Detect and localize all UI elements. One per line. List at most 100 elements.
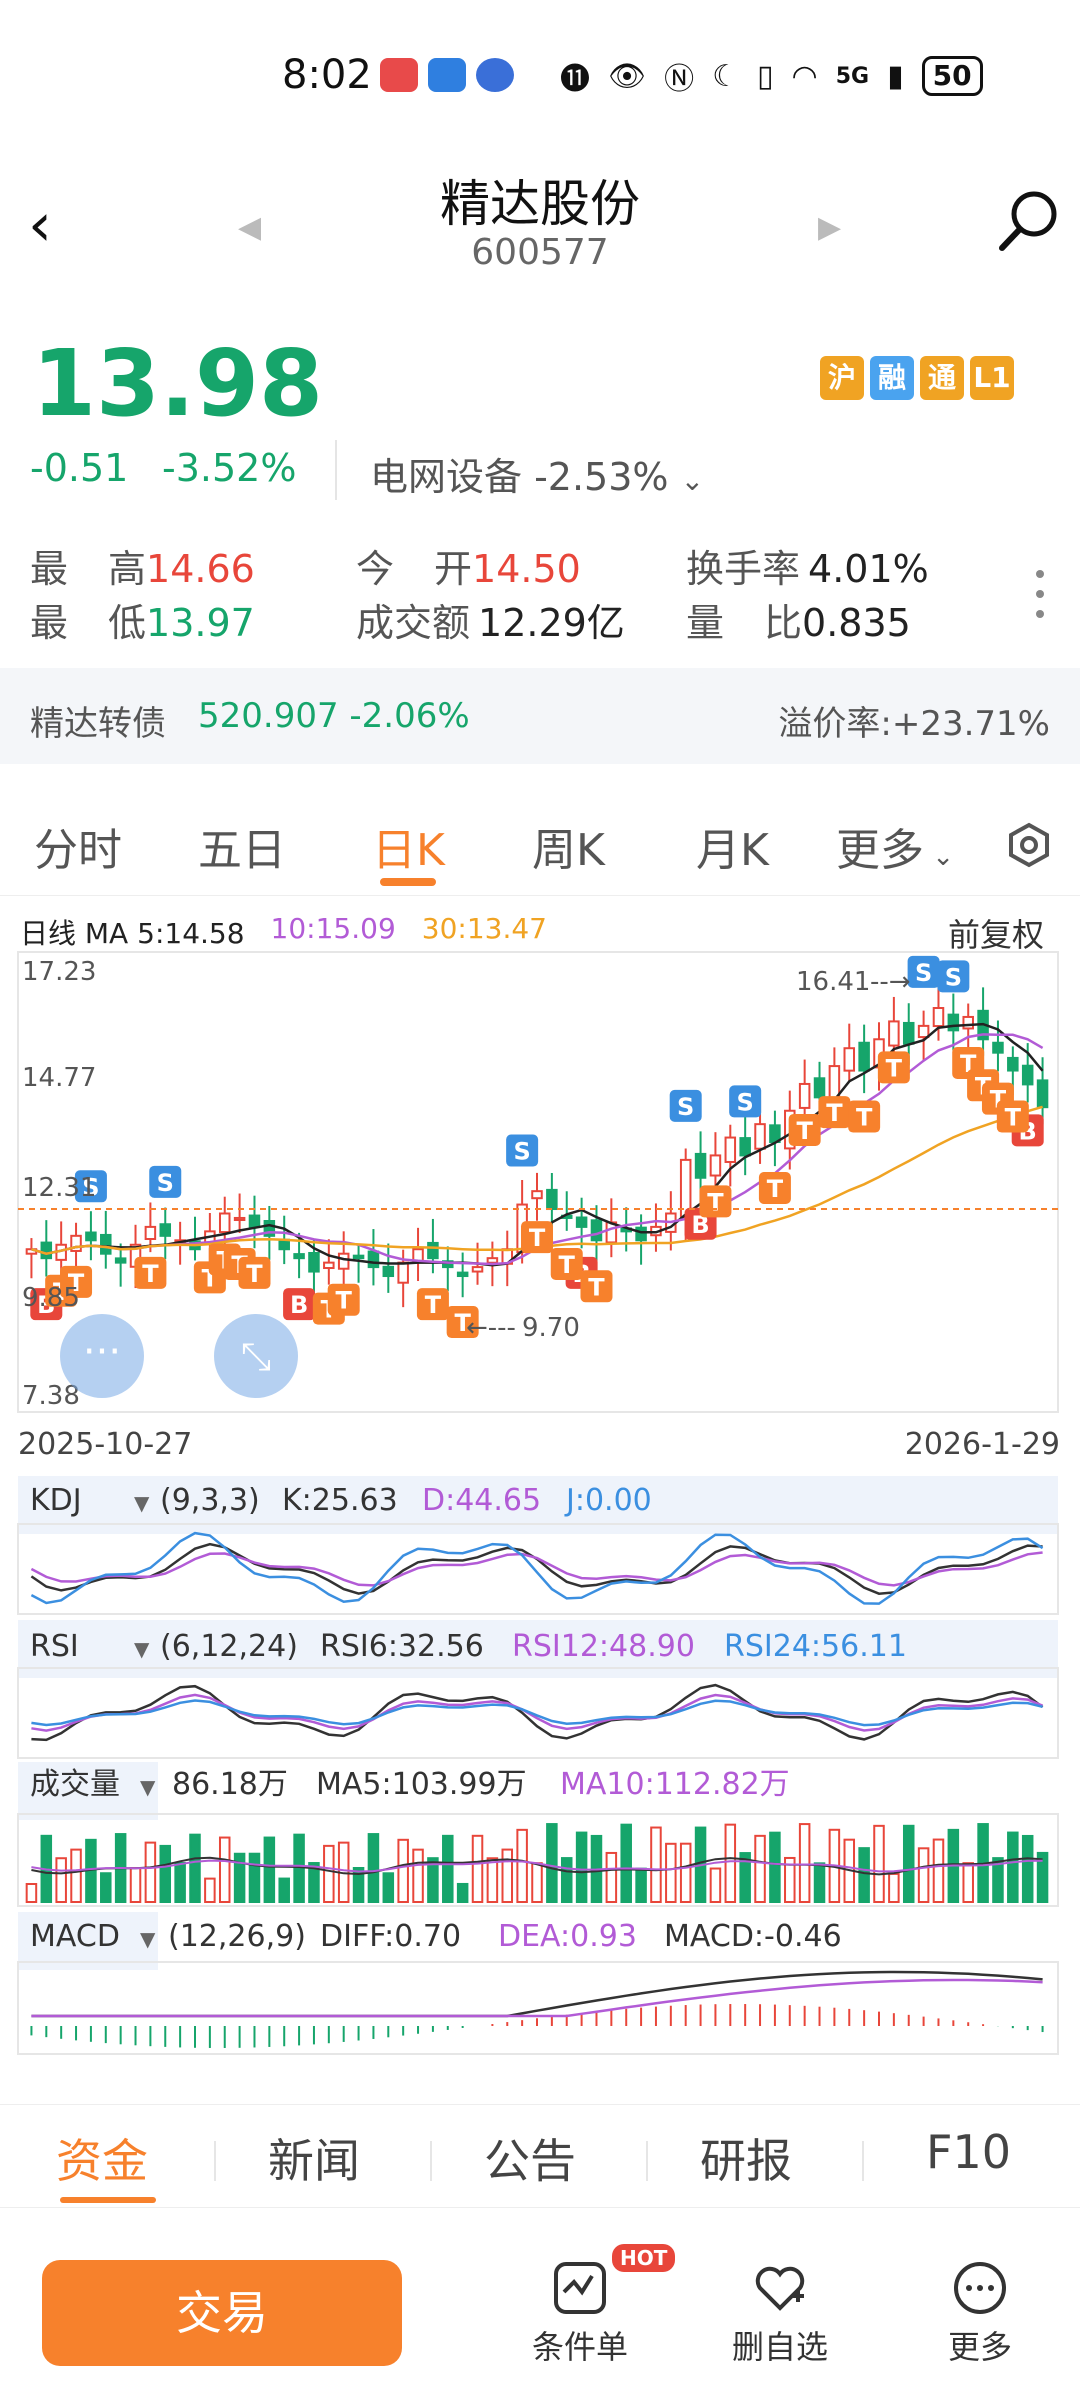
volume-bar (546, 1823, 558, 1903)
price-change: -0.51 (30, 446, 129, 490)
search-icon[interactable] (994, 186, 1064, 256)
x-start-label: 2025-10-27 (18, 1427, 192, 1462)
volume-bar (635, 1867, 647, 1904)
sector-link[interactable]: 电网设备 -2.53% ⌄ (370, 446, 704, 501)
chevron-down-icon: ⌄ (680, 464, 705, 497)
candle-body (456, 1271, 469, 1278)
high-marker: 16.41 (796, 967, 870, 997)
signal-marker-label: S (915, 959, 932, 987)
prev-stock-button[interactable]: ◀ (238, 210, 261, 245)
signal-marker-label: T (529, 1224, 546, 1252)
badge-level1: L1 (970, 356, 1014, 400)
candle-body (798, 1082, 811, 1109)
volume-bar (709, 1867, 722, 1904)
candle-body (813, 1077, 826, 1099)
tab-funds[interactable]: 资金 (56, 2125, 148, 2191)
tab-weekly-k[interactable]: 周K (532, 814, 605, 878)
eye-icon: 👁 (608, 58, 647, 94)
more-button[interactable]: 更多 (900, 2260, 1060, 2368)
candle-body (382, 1265, 395, 1278)
tab-five-day[interactable]: 五日 (198, 814, 286, 878)
candle-body (635, 1226, 647, 1242)
footer-bar: 交易 条件单 HOT 删自选 更多 (0, 2230, 1080, 2400)
volume-bar (278, 1877, 290, 1904)
divider (862, 2141, 864, 2181)
volume-bar (25, 1883, 38, 1903)
condition-order-button[interactable]: 条件单 (500, 2260, 660, 2368)
macd-diff: DIFF:0.70 (320, 1919, 461, 1954)
tab-daily-k[interactable]: 日K (372, 814, 445, 878)
rsi-24: RSI24:56.11 (724, 1629, 907, 1664)
volume-bar (620, 1823, 632, 1904)
tab-research[interactable]: 研报 (700, 2125, 792, 2191)
fullscreen-icon[interactable]: ⤡ (214, 1314, 298, 1398)
battery-indicator: 50 (921, 56, 983, 96)
candle-body (917, 1024, 930, 1039)
tab-announcements[interactable]: 公告 (484, 2125, 576, 2191)
signal-marker-label: T (559, 1251, 576, 1279)
convertible-bond-bar[interactable]: 精达转债 520.907 -2.06% 溢价率:+23.71% (0, 668, 1080, 764)
volume-bar (159, 1844, 172, 1903)
volume-bar (650, 1826, 662, 1904)
price-change-pct: -3.52% (162, 446, 297, 490)
candle-body (1036, 1079, 1049, 1109)
volume-bar (70, 1848, 82, 1904)
low-marker-arrow: ←--- (466, 1313, 516, 1343)
rsi-params: (6,12,24) (160, 1629, 298, 1664)
volume-bar (888, 1872, 900, 1904)
volume-bar (189, 1833, 201, 1903)
volume-bar (486, 1857, 499, 1904)
volume-bar (902, 1824, 915, 1903)
macd-params: (12,26,9) (168, 1919, 306, 1954)
tab-news[interactable]: 新闻 (268, 2125, 360, 2191)
next-stock-button[interactable]: ▶ (818, 210, 841, 245)
back-button[interactable]: ‹ (10, 190, 70, 260)
divider (430, 2141, 432, 2181)
candle-body (694, 1152, 707, 1179)
trade-button[interactable]: 交易 (42, 2260, 402, 2366)
volume-bar (412, 1848, 424, 1903)
chart-settings-icon[interactable] (1006, 822, 1052, 868)
candle-body (739, 1137, 751, 1157)
stock-code: 600577 (471, 232, 609, 273)
signal-marker-label: B (290, 1291, 308, 1319)
stock-name: 精达股份 (440, 175, 640, 233)
candle-body (308, 1251, 320, 1273)
more-stats-icon[interactable] (1036, 570, 1048, 630)
sector-label: 电网设备 -2.53% (370, 455, 669, 499)
kline-chart-area[interactable]: 日线 MA 5:14.58 10:15.09 30:13.47 前复权 SSSS… (0, 896, 1080, 2086)
candle-body (888, 1020, 900, 1047)
signal-marker-label: T (707, 1188, 724, 1216)
tab-intraday[interactable]: 分时 (34, 814, 122, 878)
volume-bar (323, 1844, 335, 1903)
macd-val: MACD:-0.46 (664, 1919, 842, 1954)
bond-name: 精达转债 (30, 704, 166, 744)
volume-bar (55, 1857, 67, 1903)
candle-body (114, 1257, 127, 1264)
overlay-more-button[interactable]: ··· (60, 1314, 144, 1398)
tab-more[interactable]: 更多 ⌄ (836, 814, 954, 878)
status-time: 8:02 (282, 52, 372, 98)
candle-body (724, 1136, 737, 1163)
volume-bar (382, 1872, 395, 1903)
vol-ma10: MA10:112.82万 (560, 1767, 790, 1802)
active-tab-indicator (60, 2197, 156, 2203)
volume-bar (218, 1836, 231, 1904)
volume-bar (367, 1833, 380, 1904)
remove-watchlist-button[interactable]: 删自选 (700, 2260, 860, 2368)
tab-monthly-k[interactable]: 月K (696, 814, 769, 878)
svg-text:▼: ▼ (140, 1775, 156, 1799)
signal-marker-label: T (796, 1117, 813, 1145)
volume-bar (1021, 1834, 1034, 1903)
candle-body (100, 1233, 112, 1255)
stat-low: 最 低 13.97 (30, 601, 255, 645)
y-tick-4: 9.85 (22, 1283, 80, 1313)
tab-f10[interactable]: F10 (926, 2125, 1011, 2179)
candle-body (397, 1261, 409, 1284)
moon-icon: ☾ (712, 58, 739, 94)
nfc-icon: ⓫ (560, 62, 590, 97)
low-marker: 9.70 (522, 1313, 580, 1343)
volume-bar (798, 1823, 811, 1903)
volume-bar (769, 1831, 781, 1903)
kline-svg: SSSSSSSBBBBBTTTTTTTTTTTTTTTTTTTTTTTT 17.… (17, 951, 1060, 2055)
